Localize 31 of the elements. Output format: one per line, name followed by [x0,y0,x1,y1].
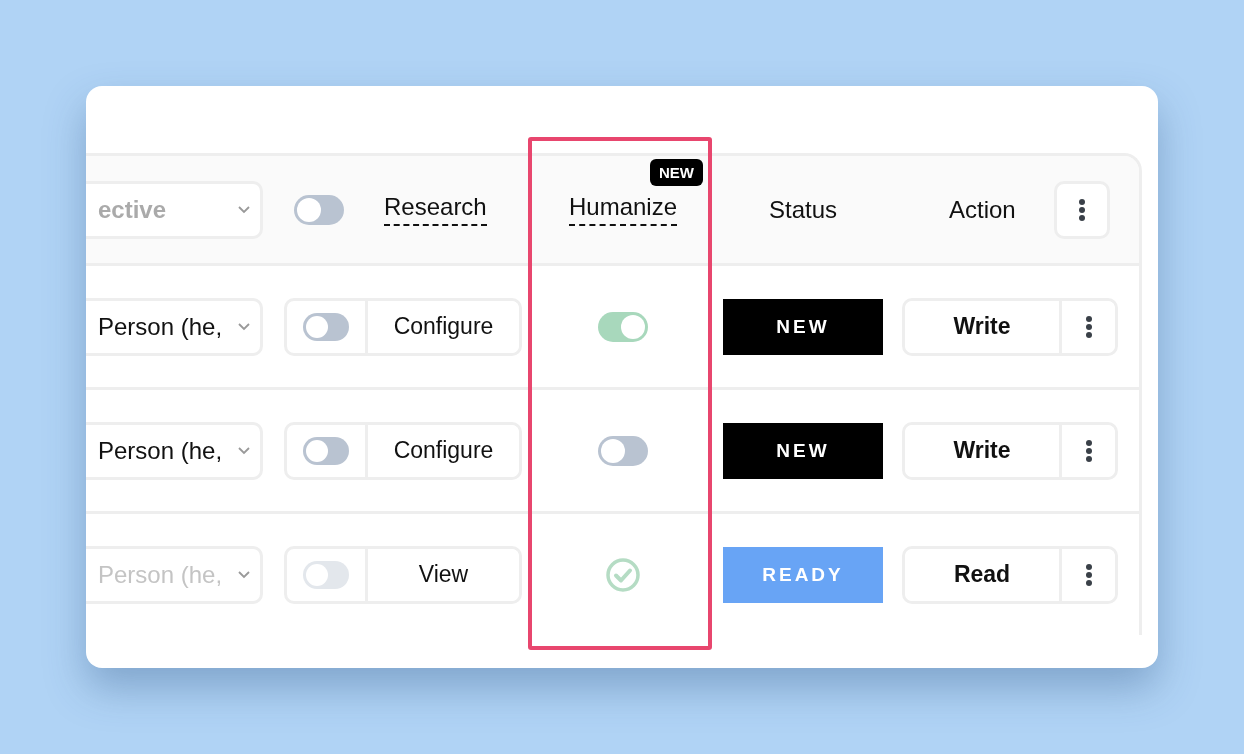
more-icon [1084,438,1093,463]
chevron-down-icon [238,322,250,331]
chevron-down-icon [238,205,250,214]
select-value: Person (he, [98,436,223,465]
toggle-switch[interactable] [303,312,349,341]
status-badge: NEW [723,298,883,355]
check-circle-icon [605,556,641,593]
toggle-switch[interactable] [598,311,648,342]
select-value: Person (he, [98,560,223,589]
perspective-select[interactable]: Person (he, [86,421,263,480]
perspective-select[interactable]: Person (he, [86,297,263,356]
select-placeholder: ective [98,195,167,224]
action-button[interactable]: Write [905,424,1062,477]
toggle-switch[interactable] [303,436,349,465]
more-icon [1084,562,1093,587]
more-icon [1084,314,1093,339]
column-header[interactable]: Humanize [568,193,677,226]
toggle-switch[interactable] [294,194,344,225]
column-header: Status [768,195,837,224]
column-header: Action [949,195,1016,224]
chevron-down-icon [238,570,250,579]
select-value: Person (he, [98,312,223,341]
new-badge: NEW [650,159,703,186]
more-button[interactable] [1053,180,1110,239]
toggle-switch[interactable] [598,435,648,466]
action-button[interactable]: Write [905,300,1062,353]
column-header[interactable]: Research [384,193,487,226]
more-icon [1077,197,1086,222]
chevron-down-icon [238,446,250,455]
status-badge: READY [723,546,883,603]
status-badge: NEW [723,422,883,479]
